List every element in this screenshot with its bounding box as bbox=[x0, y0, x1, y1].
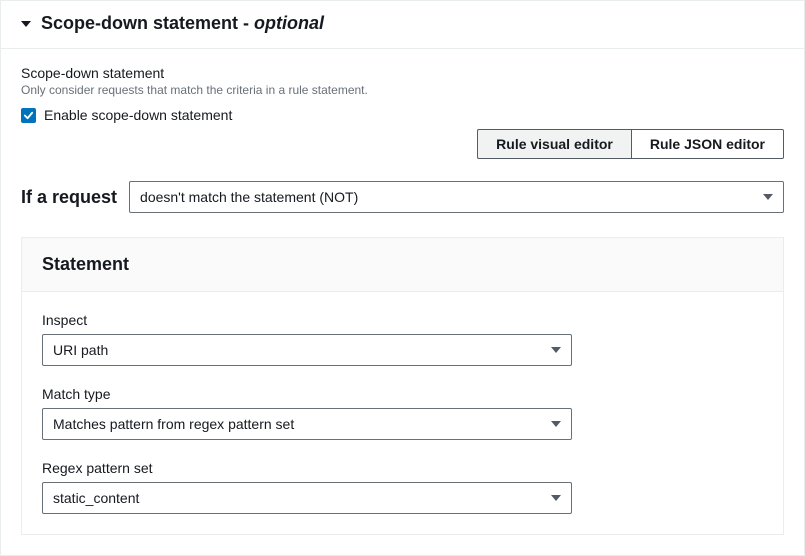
condition-prefix: If a request bbox=[21, 187, 117, 208]
inspect-select[interactable]: URI path bbox=[42, 334, 572, 366]
editor-toggle: Rule visual editor Rule JSON editor bbox=[21, 129, 784, 159]
check-icon bbox=[23, 110, 34, 121]
inspect-field: Inspect URI path bbox=[42, 312, 763, 366]
regex-set-select-value: static_content bbox=[53, 490, 139, 506]
enable-checkbox-row: Enable scope-down statement bbox=[21, 107, 784, 123]
match-type-label: Match type bbox=[42, 386, 763, 402]
chevron-down-icon bbox=[763, 194, 773, 200]
caret-down-icon bbox=[21, 21, 31, 27]
chevron-down-icon bbox=[551, 347, 561, 353]
enable-checkbox-label: Enable scope-down statement bbox=[44, 107, 232, 123]
match-type-select[interactable]: Matches pattern from regex pattern set bbox=[42, 408, 572, 440]
statement-body: Inspect URI path Match type Matches patt… bbox=[22, 292, 783, 534]
condition-select-value: doesn't match the statement (NOT) bbox=[140, 189, 358, 205]
match-type-field: Match type Matches pattern from regex pa… bbox=[42, 386, 763, 440]
inspect-select-value: URI path bbox=[53, 342, 108, 358]
statement-header: Statement bbox=[22, 238, 783, 292]
condition-select[interactable]: doesn't match the statement (NOT) bbox=[129, 181, 784, 213]
section-help: Only consider requests that match the cr… bbox=[21, 83, 784, 97]
panel-header[interactable]: Scope-down statement - optional bbox=[1, 1, 804, 49]
statement-title: Statement bbox=[42, 254, 129, 274]
inspect-label: Inspect bbox=[42, 312, 763, 328]
regex-set-field: Regex pattern set static_content bbox=[42, 460, 763, 514]
condition-row: If a request doesn't match the statement… bbox=[21, 181, 784, 213]
statement-panel: Statement Inspect URI path Match type Ma… bbox=[21, 237, 784, 535]
editor-toggle-group: Rule visual editor Rule JSON editor bbox=[477, 129, 784, 159]
rule-visual-editor-button[interactable]: Rule visual editor bbox=[477, 129, 631, 159]
panel-body: Scope-down statement Only consider reque… bbox=[1, 49, 804, 555]
chevron-down-icon bbox=[551, 495, 561, 501]
scope-down-panel: Scope-down statement - optional Scope-do… bbox=[0, 0, 805, 556]
panel-title-optional: optional bbox=[254, 13, 324, 33]
rule-json-editor-button[interactable]: Rule JSON editor bbox=[631, 129, 784, 159]
match-type-select-value: Matches pattern from regex pattern set bbox=[53, 416, 294, 432]
section-label: Scope-down statement bbox=[21, 65, 784, 81]
regex-set-label: Regex pattern set bbox=[42, 460, 763, 476]
chevron-down-icon bbox=[551, 421, 561, 427]
panel-title: Scope-down statement - optional bbox=[41, 13, 324, 34]
enable-checkbox[interactable] bbox=[21, 108, 36, 123]
regex-set-select[interactable]: static_content bbox=[42, 482, 572, 514]
panel-title-dash: - bbox=[238, 13, 254, 33]
panel-title-main: Scope-down statement bbox=[41, 13, 238, 33]
